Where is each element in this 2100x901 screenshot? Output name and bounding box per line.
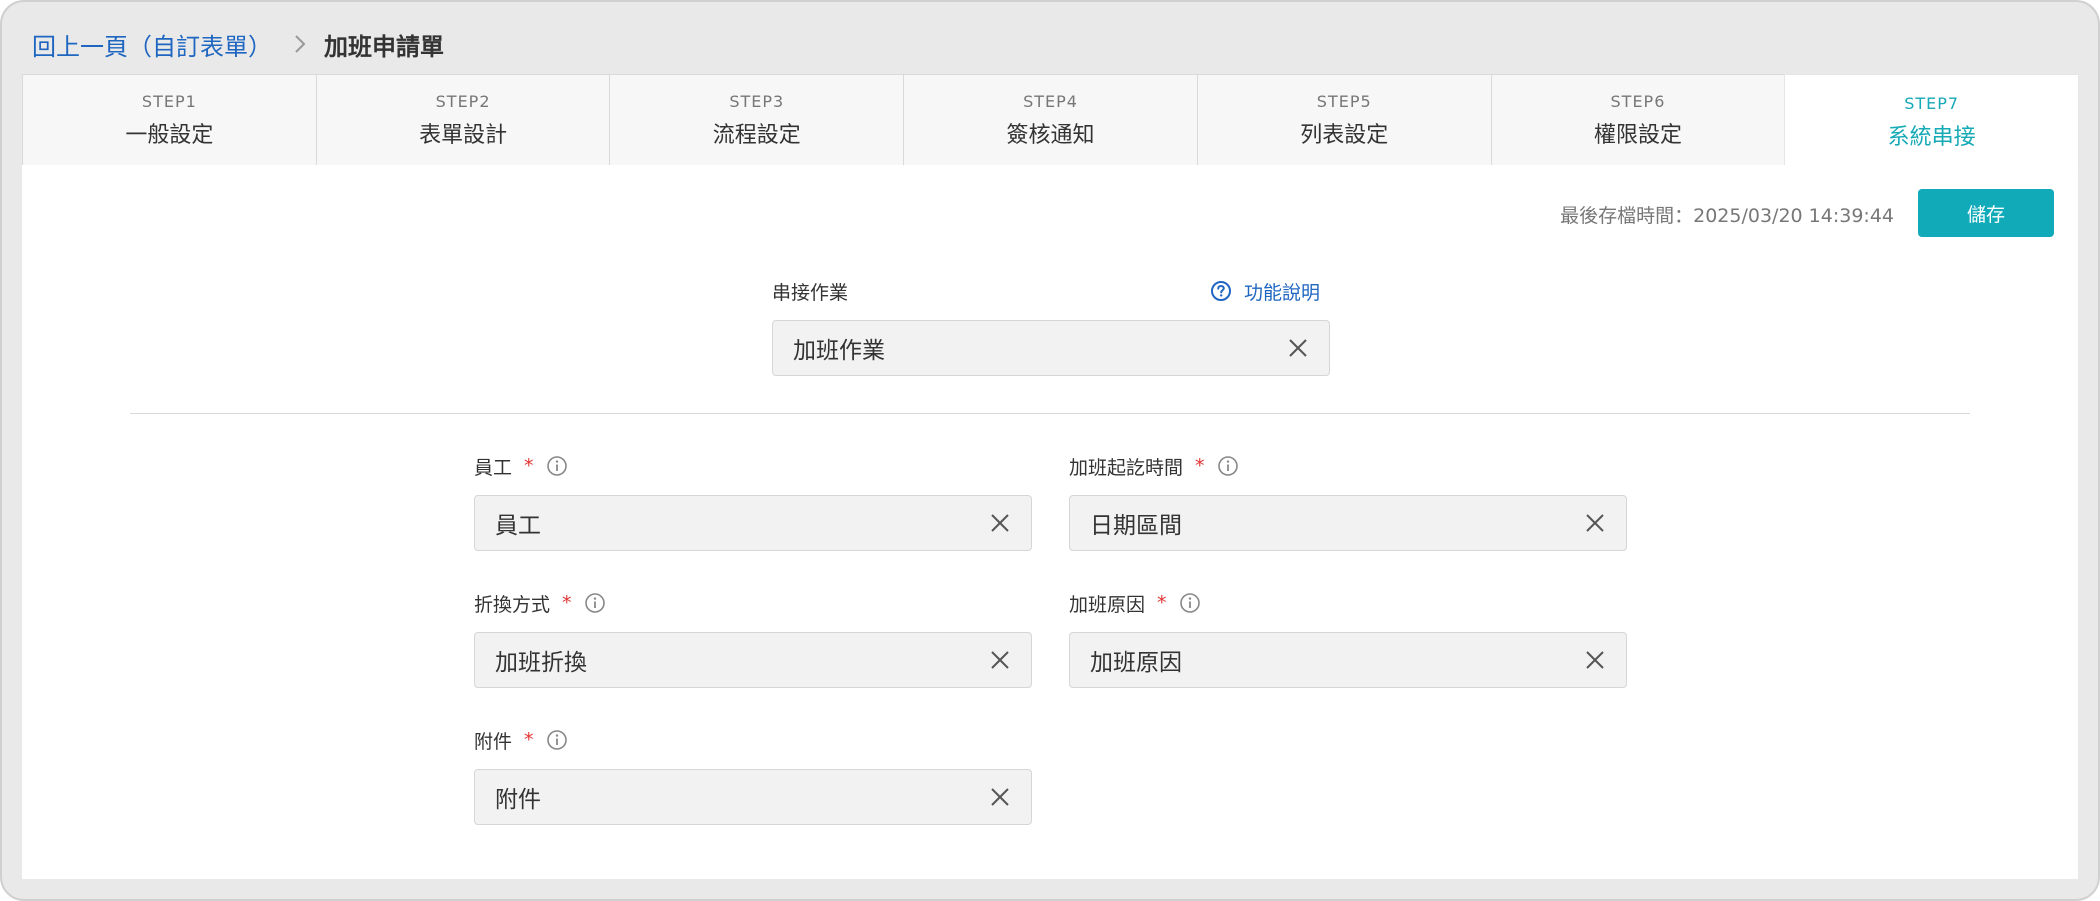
breadcrumb-back-link[interactable]: 回上一頁（自訂表單） [32,27,272,62]
step-number: STEP1 [141,92,197,111]
reason-select[interactable]: 加班原因 [1069,632,1627,688]
step-name: 一般設定 [125,123,214,148]
integration-select[interactable]: 加班作業 [772,320,1330,376]
required-marker: * [1195,455,1205,477]
conversion-select-value: 加班折換 [495,650,587,676]
close-icon[interactable] [1287,337,1309,359]
step-tabs: STEP1 一般設定 STEP2 表單設計 STEP3 流程設定 STEP4 簽… [22,74,2080,170]
reason-select-value: 加班原因 [1090,650,1182,676]
overtime-period-select-value: 日期區間 [1090,513,1182,539]
chevron-right-icon [294,34,306,54]
required-marker: * [1157,592,1167,614]
section-divider [130,413,1970,414]
employee-select[interactable]: 員工 [474,495,1032,551]
close-icon[interactable] [989,649,1011,671]
required-marker: * [562,592,572,614]
step-name: 流程設定 [712,123,801,148]
employee-select-value: 員工 [495,513,541,539]
info-icon[interactable] [584,592,606,614]
conversion-label-text: 折換方式 [474,593,551,616]
close-icon[interactable] [989,786,1011,808]
step-number: STEP4 [1023,92,1078,111]
step-name: 列表設定 [1300,123,1389,148]
step-name: 簽核通知 [1006,123,1095,148]
close-icon[interactable] [989,512,1011,534]
info-icon[interactable] [1179,592,1201,614]
content-panel: 最後存檔時間：2025/03/20 14:39:44 儲存 串接作業 功能說明 … [22,165,2078,879]
tab-step1[interactable]: STEP1 一般設定 [22,74,317,166]
tab-step3[interactable]: STEP3 流程設定 [609,74,905,166]
overtime-period-label: 加班起訖時間 * [1069,452,1239,480]
info-icon[interactable] [546,455,568,477]
help-link[interactable]: 功能說明 [1210,277,1320,305]
close-icon[interactable] [1584,512,1606,534]
reason-label: 加班原因 * [1069,589,1201,617]
info-icon[interactable] [546,729,568,751]
question-circle-icon [1211,281,1231,301]
reason-label-text: 加班原因 [1069,593,1146,616]
required-marker: * [524,455,534,477]
tab-step7[interactable]: STEP7 系統串接 [1784,74,2080,170]
attachment-label-text: 附件 [474,730,513,753]
step-number: STEP5 [1316,92,1372,111]
conversion-select[interactable]: 加班折換 [474,632,1032,688]
step-name: 表單設計 [419,123,508,148]
attachment-select[interactable]: 附件 [474,769,1032,825]
attachment-select-value: 附件 [495,787,541,813]
overtime-period-label-text: 加班起訖時間 [1069,456,1184,479]
step-number: STEP2 [435,92,491,111]
info-icon[interactable] [1217,455,1239,477]
tab-step2[interactable]: STEP2 表單設計 [315,74,611,166]
step-name: 權限設定 [1593,123,1682,148]
last-saved-time: 最後存檔時間：2025/03/20 14:39:44 [1560,205,1894,227]
tab-step4[interactable]: STEP4 簽核通知 [903,74,1198,166]
required-marker: * [524,729,534,751]
app-frame: 回上一頁（自訂表單） 加班申請單 STEP1 一般設定 STEP2 表單設計 S… [0,0,2100,901]
integration-label-text: 串接作業 [772,281,849,304]
step-number: STEP7 [1904,94,1960,113]
integration-label: 串接作業 [772,277,848,305]
step-number: STEP6 [1610,92,1666,111]
help-link-label: 功能說明 [1244,281,1321,304]
employee-label: 員工 * [474,452,568,480]
step-name: 系統串接 [1887,125,1976,150]
step-number: STEP3 [729,92,785,111]
overtime-period-select[interactable]: 日期區間 [1069,495,1627,551]
tab-step5[interactable]: STEP5 列表設定 [1196,74,1492,166]
conversion-label: 折換方式 * [474,589,606,617]
breadcrumb-current: 加班申請單 [324,32,444,61]
close-icon[interactable] [1584,649,1606,671]
save-button[interactable]: 儲存 [1918,189,2054,237]
tab-step6[interactable]: STEP6 權限設定 [1490,74,1786,166]
employee-label-text: 員工 [474,456,513,479]
integration-select-value: 加班作業 [793,338,885,364]
attachment-label: 附件 * [474,726,568,754]
breadcrumb: 回上一頁（自訂表單） 加班申請單 [32,26,444,62]
